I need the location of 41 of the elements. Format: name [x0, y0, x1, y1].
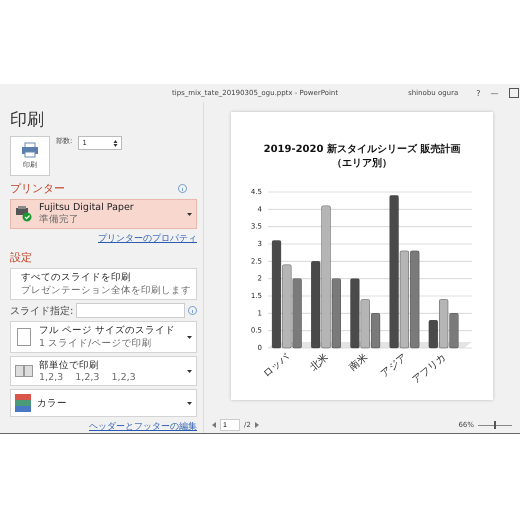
- help-button[interactable]: ?: [476, 88, 481, 98]
- collate-icon: [15, 364, 33, 378]
- chart-subtitle: （エリア別）: [332, 156, 392, 170]
- printer-icon: [21, 142, 39, 158]
- bar: [449, 313, 459, 348]
- setting-dropdown[interactable]: すべてのスライドを印刷 プレゼンテーション全体を印刷します: [10, 268, 197, 300]
- x-category-label: アフリカ: [410, 352, 448, 386]
- color-swatch-icon: [15, 394, 31, 412]
- x-category-label: 北米: [308, 352, 331, 374]
- spinner-arrows-icon: [113, 138, 118, 148]
- caret-icon: [187, 212, 192, 216]
- next-page-icon[interactable]: [254, 422, 259, 428]
- printer-ready-icon: [15, 206, 33, 222]
- bar: [370, 313, 380, 348]
- info-icon: [178, 184, 187, 193]
- page-icon: [15, 328, 33, 346]
- settings-heading: 設定: [10, 250, 32, 265]
- caret-icon: [187, 336, 192, 338]
- printer-dropdown[interactable]: Fujitsu Digital Paper 準備完了: [10, 199, 197, 229]
- x-category-label: ロッパ: [261, 352, 292, 380]
- printer-properties-link[interactable]: プリンターのプロパティ: [98, 232, 197, 245]
- maximize-icon[interactable]: [508, 88, 519, 98]
- caret-icon: [187, 370, 192, 372]
- setting-dropdown[interactable]: カラー: [10, 389, 197, 417]
- setting-dropdown[interactable]: フル ページ サイズのスライド 1 スライド/ページで印刷: [10, 321, 197, 353]
- caret-icon: [187, 402, 192, 404]
- header-footer-link[interactable]: ヘッダーとフッターの編集: [89, 420, 197, 433]
- printer-heading: プリンター: [10, 181, 65, 196]
- bar: [292, 278, 302, 348]
- slide-range-field[interactable]: [76, 303, 185, 318]
- x-category-label: 南米: [348, 352, 370, 374]
- minimize-button[interactable]: —: [490, 88, 499, 98]
- previous-page-icon[interactable]: [212, 422, 216, 428]
- info-icon: [188, 306, 197, 315]
- page-heading: 印刷: [10, 109, 45, 131]
- bar: [350, 278, 360, 348]
- x-category-label: アジア: [379, 352, 410, 380]
- slide-range-label: スライド指定:: [10, 304, 74, 318]
- chart-title: 2019-2020 新スタイルシリーズ 販売計画: [264, 142, 460, 156]
- bar: [360, 299, 370, 348]
- setting-dropdown[interactable]: 部単位で印刷 1,2,3 1,2,3 1,2,3: [10, 356, 197, 386]
